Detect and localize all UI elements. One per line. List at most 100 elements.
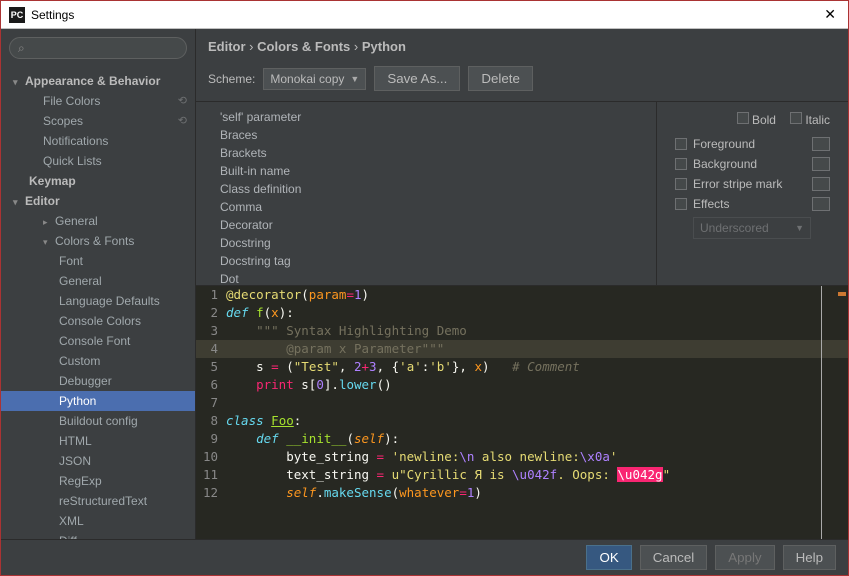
foreground-label: Foreground [693,137,755,151]
effects-checkbox[interactable] [675,198,687,210]
error-marker [838,292,846,296]
tree-item-appearance-behavior[interactable]: Appearance & Behavior [1,71,195,91]
background-swatch[interactable] [812,157,830,171]
close-icon[interactable]: ✕ [820,6,840,23]
code-content: def __init__(self): [226,430,848,448]
tree-item-html[interactable]: HTML [1,431,195,451]
code-line: 10 byte_string = 'newline:\n also newlin… [196,448,848,466]
ok-button[interactable]: OK [586,545,631,570]
code-line: 11 text_string = u"Cyrillic Я is \u042f.… [196,466,848,484]
tree-item-keymap[interactable]: Keymap [1,171,195,191]
line-number: 6 [196,376,226,394]
main-area: ⌕ Appearance & BehaviorFile Colors⟲Scope… [1,29,848,539]
code-content: print s[0].lower() [226,376,848,394]
tree-item-buildout-config[interactable]: Buildout config [1,411,195,431]
tree-item-debugger[interactable]: Debugger [1,371,195,391]
tree-item-python[interactable]: Python [1,391,195,411]
tree-item-scopes[interactable]: Scopes⟲ [1,111,195,131]
tree-item-custom[interactable]: Custom [1,351,195,371]
tree-item-console-colors[interactable]: Console Colors [1,311,195,331]
tree-item-font[interactable]: Font [1,251,195,271]
tree-item-colors-fonts[interactable]: Colors & Fonts [1,231,195,251]
line-number: 7 [196,394,226,412]
effects-swatch[interactable] [812,197,830,211]
tree-item-restructuredtext[interactable]: reStructuredText [1,491,195,511]
rollback-icon[interactable]: ⟲ [178,114,187,127]
scheme-combo[interactable]: Monokai copy ▼ [263,68,366,90]
attribute-item[interactable]: Brackets [196,144,656,162]
tree-item-json[interactable]: JSON [1,451,195,471]
line-number: 1 [196,286,226,304]
code-content: text_string = u"Cyrillic Я is \u042f. Oo… [226,466,848,484]
code-content: @param x Parameter""" [226,340,848,358]
footer: OK Cancel Apply Help [1,539,848,575]
attribute-item[interactable]: Dot [196,270,656,285]
tree-item-editor[interactable]: Editor [1,191,195,211]
code-preview[interactable]: 1@decorator(param=1)2def f(x):3 """ Synt… [196,286,848,539]
search-icon: ⌕ [18,41,25,56]
italic-checkbox[interactable] [790,112,802,124]
error-stripe-checkbox[interactable] [675,178,687,190]
window-title: Settings [31,8,820,22]
tree-item-notifications[interactable]: Notifications [1,131,195,151]
attribute-item[interactable]: Docstring [196,234,656,252]
attribute-item[interactable]: 'self' parameter [196,108,656,126]
foreground-checkbox[interactable] [675,138,687,150]
app-icon: PC [9,7,25,23]
code-line: 6 print s[0].lower() [196,376,848,394]
line-number: 2 [196,304,226,322]
effects-combo-value: Underscored [700,221,769,235]
code-content [226,394,848,412]
attribute-item[interactable]: Built-in name [196,162,656,180]
rollback-icon[interactable]: ⟲ [178,94,187,107]
style-panel: Bold Italic Foreground Background Error … [657,102,848,285]
breadcrumb-seg: Editor [208,39,246,54]
attribute-item[interactable]: Class definition [196,180,656,198]
line-number: 8 [196,412,226,430]
chevron-down-icon: ▼ [795,223,804,233]
tree-item-xml[interactable]: XML [1,511,195,531]
tree-item-quick-lists[interactable]: Quick Lists [1,151,195,171]
apply-button[interactable]: Apply [715,545,774,570]
code-content: @decorator(param=1) [226,286,848,304]
code-content: def f(x): [226,304,848,322]
attribute-item[interactable]: Docstring tag [196,252,656,270]
search-input[interactable] [29,41,178,55]
tree-item-file-colors[interactable]: File Colors⟲ [1,91,195,111]
code-line: 1@decorator(param=1) [196,286,848,304]
scheme-value: Monokai copy [270,72,344,86]
delete-button[interactable]: Delete [468,66,533,91]
foreground-swatch[interactable] [812,137,830,151]
tree-item-general[interactable]: General [1,271,195,291]
code-line: 7 [196,394,848,412]
save-as-button[interactable]: Save As... [374,66,460,91]
code-content: byte_string = 'newline:\n also newline:\… [226,448,848,466]
search-box[interactable]: ⌕ [9,37,187,59]
attribute-item[interactable]: Braces [196,126,656,144]
cancel-button[interactable]: Cancel [640,545,708,570]
chevron-down-icon: ▼ [350,74,359,84]
attribute-item[interactable]: Comma [196,198,656,216]
code-content: class Foo: [226,412,848,430]
italic-label: Italic [805,113,830,127]
code-content: self.makeSense(whatever=1) [226,484,848,502]
attribute-list[interactable]: 'self' parameterBracesBracketsBuilt-in n… [196,102,656,285]
code-line: 4 @param x Parameter""" [196,340,848,358]
tree-item-language-defaults[interactable]: Language Defaults [1,291,195,311]
help-button[interactable]: Help [783,545,836,570]
tree-item-regexp[interactable]: RegExp [1,471,195,491]
bold-checkbox[interactable] [737,112,749,124]
content: Editor › Colors & Fonts › Python Scheme:… [196,29,848,539]
code-line: 5 s = ("Test", 2+3, {'a':'b'}, x) # Comm… [196,358,848,376]
background-checkbox[interactable] [675,158,687,170]
line-number: 12 [196,484,226,502]
tree-item-console-font[interactable]: Console Font [1,331,195,351]
effects-combo[interactable]: Underscored ▼ [693,217,811,239]
tree-item-general[interactable]: General [1,211,195,231]
line-number: 5 [196,358,226,376]
breadcrumb: Editor › Colors & Fonts › Python [196,29,848,60]
attribute-item[interactable]: Decorator [196,216,656,234]
error-stripe-swatch[interactable] [812,177,830,191]
tree-item-diff[interactable]: Diff [1,531,195,539]
breadcrumb-seg: Colors & Fonts [257,39,350,54]
